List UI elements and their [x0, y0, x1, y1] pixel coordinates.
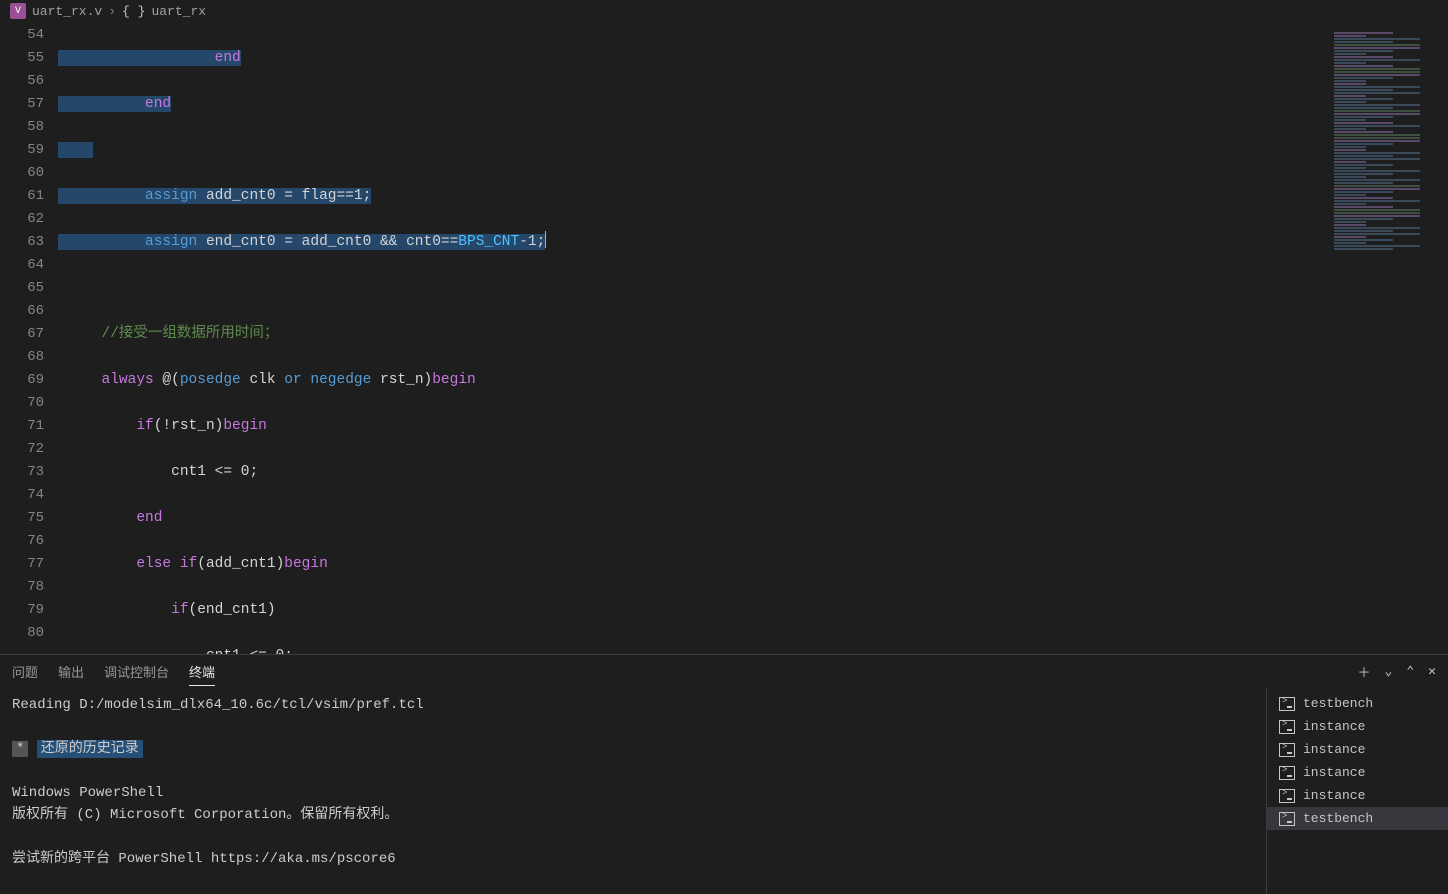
- terminal-view[interactable]: Reading D:/modelsim_dlx64_10.6c/tcl/vsim…: [0, 688, 1266, 894]
- terminal-name: instance: [1303, 742, 1365, 757]
- code-token: if: [171, 556, 197, 572]
- text-cursor: [545, 234, 546, 250]
- powershell-icon: [1279, 697, 1295, 711]
- terminal-list-item[interactable]: instance: [1267, 761, 1448, 784]
- code-token: -1;: [519, 234, 545, 250]
- terminal-name: instance: [1303, 788, 1365, 803]
- terminal-line: 尝试新的跨平台 PowerShell https://aka.ms/pscore…: [12, 851, 396, 867]
- code-token: cnt1 <= 0;: [206, 648, 293, 654]
- editor[interactable]: 5455565758596061626364656667686970717273…: [0, 22, 1448, 654]
- code-token: @(: [154, 372, 180, 388]
- code-token: add_cnt0: [206, 188, 276, 204]
- powershell-icon: [1279, 812, 1295, 826]
- code-token: end: [145, 96, 171, 112]
- powershell-icon: [1279, 720, 1295, 734]
- code-area[interactable]: · · · · · · · · · end · · · · · end · · …: [58, 22, 1328, 654]
- new-terminal-icon[interactable]: ＋: [1358, 662, 1371, 681]
- code-token: assign: [145, 234, 197, 250]
- terminal-restore-label: 还原的历史记录: [37, 740, 143, 758]
- code-token: or: [284, 372, 301, 388]
- tab-output[interactable]: 输出: [58, 658, 84, 685]
- minimap[interactable]: [1328, 22, 1448, 654]
- code-token: if: [136, 418, 153, 434]
- terminal-name: instance: [1303, 765, 1365, 780]
- line-gutter: 5455565758596061626364656667686970717273…: [0, 22, 58, 654]
- bottom-panel: 问题 输出 调试控制台 终端 ＋ ⌄ ⌃ ✕ Reading D:/models…: [0, 654, 1448, 894]
- code-token: cnt1 <= 0;: [171, 464, 258, 480]
- code-token: begin: [223, 418, 267, 434]
- tab-problems[interactable]: 问题: [12, 658, 38, 685]
- terminal-line: Reading D:/modelsim_dlx64_10.6c/tcl/vsim…: [12, 697, 424, 713]
- terminal-list: testbench instance instance instance ins…: [1266, 688, 1448, 894]
- code-token: (end_cnt1): [189, 602, 276, 618]
- terminal-name: testbench: [1303, 811, 1373, 826]
- breadcrumb-file[interactable]: uart_rx.v: [32, 4, 102, 19]
- tab-debug-console[interactable]: 调试控制台: [104, 658, 169, 685]
- code-token: begin: [432, 372, 476, 388]
- terminal-line: 版权所有 (C) Microsoft Corporation。保留所有权利。: [12, 807, 398, 823]
- powershell-icon: [1279, 743, 1295, 757]
- code-token: = flag==1;: [276, 188, 372, 204]
- code-token: end: [215, 50, 241, 66]
- terminal-list-item[interactable]: testbench: [1267, 692, 1448, 715]
- powershell-icon: [1279, 766, 1295, 780]
- code-token: assign: [145, 188, 197, 204]
- tab-terminal[interactable]: 终端: [189, 658, 215, 686]
- code-token: clk: [241, 372, 285, 388]
- code-token: end: [136, 510, 162, 526]
- close-panel-icon[interactable]: ✕: [1428, 664, 1436, 679]
- code-token: rst_n): [371, 372, 432, 388]
- terminal-name: instance: [1303, 719, 1365, 734]
- terminal-list-item[interactable]: instance: [1267, 715, 1448, 738]
- terminal-dropdown-icon[interactable]: ⌄: [1385, 664, 1393, 679]
- code-token: always: [102, 372, 154, 388]
- code-token: posedge: [180, 372, 241, 388]
- code-token: negedge: [302, 372, 372, 388]
- breadcrumb-sep-icon: ›: [108, 4, 116, 19]
- code-token: = add_cnt0 && cnt0==: [276, 234, 459, 250]
- powershell-icon: [1279, 789, 1295, 803]
- code-token: begin: [284, 556, 328, 572]
- maximize-panel-icon[interactable]: ⌃: [1406, 664, 1414, 679]
- code-comment: //接受一组数据所用时间；: [102, 326, 279, 342]
- terminal-list-item[interactable]: instance: [1267, 784, 1448, 807]
- symbol-braces-icon: { }: [122, 4, 145, 19]
- terminal-line: Windows PowerShell: [12, 785, 163, 801]
- code-token: (add_cnt1): [197, 556, 284, 572]
- terminal-list-item[interactable]: instance: [1267, 738, 1448, 761]
- code-token: (!rst_n): [154, 418, 224, 434]
- code-token: else: [136, 556, 171, 572]
- code-token: end_cnt0: [206, 234, 276, 250]
- panel-tabbar: 问题 输出 调试控制台 终端 ＋ ⌄ ⌃ ✕: [0, 655, 1448, 688]
- code-token: BPS_CNT: [458, 234, 519, 250]
- terminal-list-item[interactable]: testbench: [1267, 807, 1448, 830]
- breadcrumb-symbol[interactable]: uart_rx: [151, 4, 206, 19]
- terminal-restore-marker: *: [12, 741, 28, 757]
- terminal-name: testbench: [1303, 696, 1373, 711]
- breadcrumb[interactable]: V uart_rx.v › { } uart_rx: [0, 0, 1448, 22]
- code-token: if: [171, 602, 188, 618]
- verilog-file-icon: V: [10, 3, 26, 19]
